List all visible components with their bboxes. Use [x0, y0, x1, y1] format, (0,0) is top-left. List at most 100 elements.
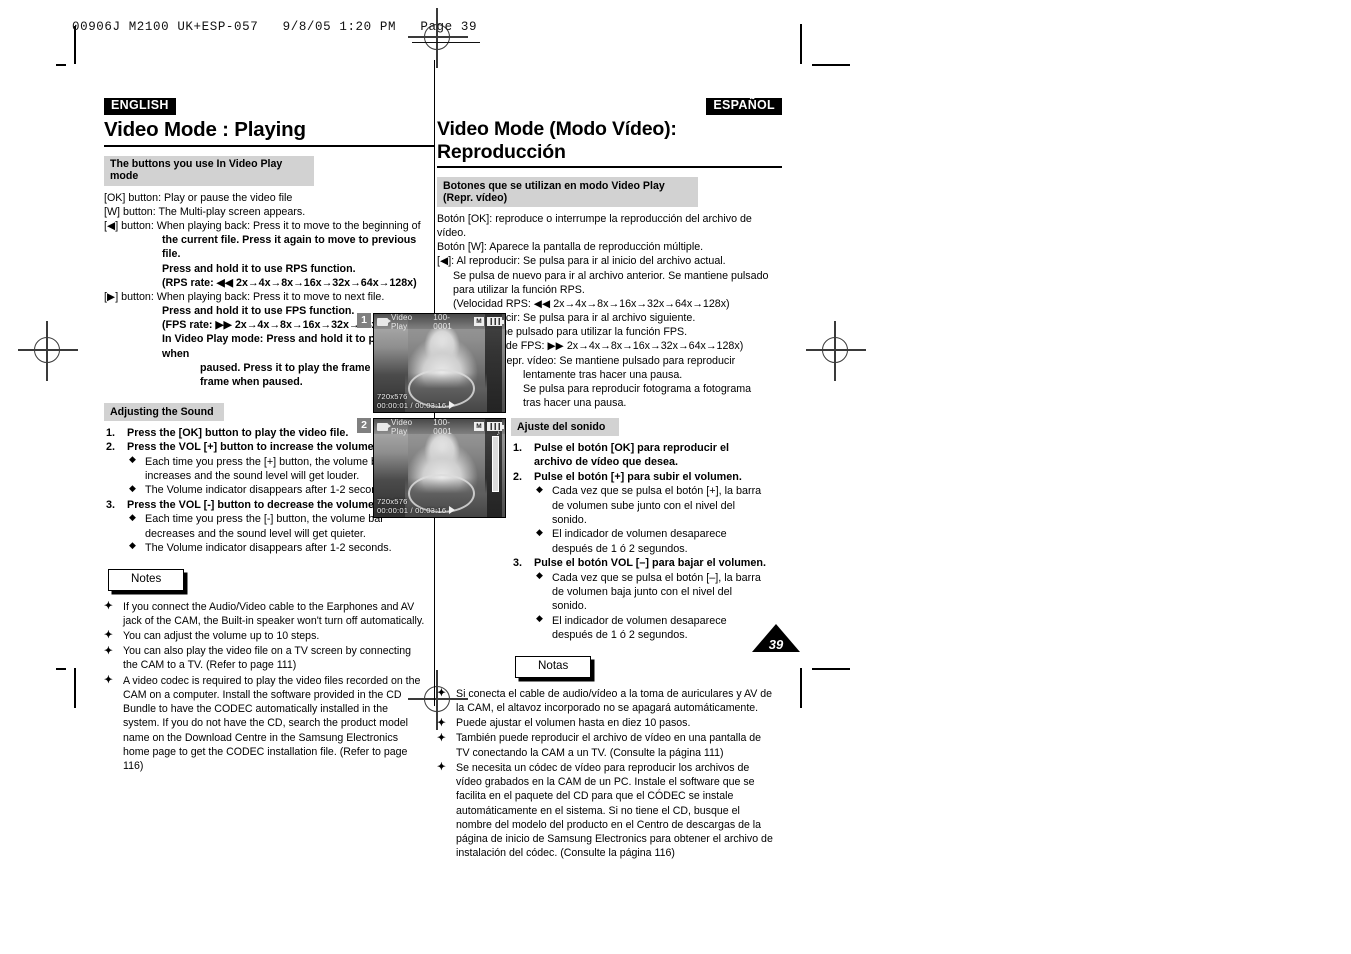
- step-text: Pulse el botón [OK] para reproducir el a…: [534, 442, 729, 469]
- sound-step: 3. Pulse el botón VOL [–] para bajar el v…: [511, 556, 766, 642]
- page-title-english: Video Mode : Playing: [104, 118, 306, 142]
- notes-box-english: Notes: [108, 569, 185, 591]
- step-sub-text: El indicador de volumen desaparece despu…: [552, 614, 727, 642]
- note-item: ✦ A video codec is required to play the v…: [104, 674, 426, 774]
- step-sub-item: ◆ El indicador de volumen desaparece desp…: [534, 613, 766, 643]
- osd-resolution-1: 720x576: [377, 391, 408, 401]
- cross-bullet-icon: ✦: [437, 687, 446, 700]
- section-header-buttons-english: The buttons you use In Video Play mode: [104, 155, 314, 186]
- registration-mark-right-middle: [806, 321, 866, 381]
- video-camera-icon: [377, 422, 391, 431]
- note-text: If you connect the Audio/Video cable to …: [123, 600, 425, 627]
- step-sub-text: Cada vez que se pulsa el botón [–], la b…: [552, 571, 761, 613]
- video-camera-icon: [377, 317, 391, 326]
- crop-mark-bottom-right-horizontal: [812, 668, 850, 670]
- note-text: You can adjust the volume up to 10 steps…: [123, 629, 320, 642]
- spanish-lang-row: ESPAÑOL: [437, 96, 782, 116]
- step-text: Press the [OK] button to play the video …: [127, 426, 349, 439]
- page-title-spanish: Video Mode (Modo Vídeo): Reproducción: [437, 118, 677, 163]
- button-description-line: [OK] button: Play or pause the video fil…: [104, 191, 293, 204]
- button-description-line: [W] button: The Multi-play screen appear…: [104, 205, 306, 218]
- note-text: También puede reproducir el archivo de v…: [456, 732, 762, 759]
- language-tag-english: ENGLISH: [104, 97, 176, 116]
- osd-info-block-1: 720x576 00:00:01 / 00:03:16: [377, 391, 456, 411]
- osd-timecode-2: 00:00:01 / 00:03:16: [377, 505, 447, 515]
- memory-card-icon: M: [474, 422, 484, 431]
- cross-bullet-icon: ✦: [104, 674, 113, 687]
- button-description-line: (RPS rate: ◀◀ 2x→4x→8x→16x→32x→64x→128x): [162, 276, 417, 289]
- note-item: ✦ Puede ajustar el volumen hasta en diez …: [437, 716, 777, 730]
- step-text: Pulse el botón [+] para subir el volumen…: [534, 470, 742, 483]
- step-sub-text: Each time you press the [-] button, the …: [145, 513, 384, 540]
- note-text: You can also play the video file on a TV…: [123, 645, 411, 672]
- button-description-line: Press and hold it to use RPS function.: [162, 262, 356, 275]
- section-header-sound-spanish: Ajuste del sonido: [511, 418, 619, 437]
- button-description-line: [▶] button: When playing back: Press it …: [104, 290, 385, 303]
- registration-mark-left-middle: [18, 321, 78, 381]
- step-number: 3.: [513, 557, 523, 570]
- battery-icon: [487, 317, 504, 326]
- osd-timecode-row-1: 00:00:01 / 00:03:16: [377, 401, 456, 410]
- camera-screen-figure-2: Video Play 100-0001 M ♪ 720x576 00:00:01…: [373, 418, 506, 518]
- notes-box-spanish: Notas: [515, 656, 592, 678]
- step-number: 2.: [106, 441, 116, 454]
- osd-status-bar-1: Video Play 100-0001 M: [374, 313, 505, 331]
- sound-step: 2. Pulse el botón [+] para subir el volum…: [511, 470, 766, 556]
- button-description-line: Botón [W]: Aparece la pantalla de reprod…: [437, 241, 704, 254]
- button-description-line: (Velocidad RPS: ◀◀ 2x→4x→8x→16x→32x→64x→…: [453, 297, 730, 310]
- play-icon-2: [449, 506, 456, 515]
- english-lang-row: ENGLISH: [104, 96, 434, 116]
- button-description-line: Se pulsa de nuevo para ir al archivo ant…: [453, 269, 769, 282]
- note-item: ✦ Se necesita un códec de vídeo para repr…: [437, 761, 777, 861]
- step-sub-list: ◆ Cada vez que se pulsa el botón [+], la …: [534, 484, 766, 556]
- step-sub-text: The Volume indicator disappears after 1-…: [145, 541, 392, 554]
- adjusting-sound-block-spanish: Ajuste del sonido 1. Pulse el botón [OK] …: [511, 418, 782, 642]
- crop-mark-top-right-horizontal: [812, 64, 850, 66]
- diamond-bullet-icon: ◆: [129, 511, 136, 522]
- button-description-line: Botón [OK]: reproduce o interrumpe la re…: [437, 212, 755, 240]
- notes-label-english: Notes: [131, 572, 162, 586]
- notes-list-spanish: ✦ Si conecta el cable de audio/vídeo a la…: [437, 687, 777, 861]
- step-sub-item: ◆ Cada vez que se pulsa el botón [+], la …: [534, 484, 766, 527]
- crop-mark-bottom-right-vertical: [800, 668, 802, 708]
- section-header-sound-english: Adjusting the Sound: [104, 403, 224, 421]
- slug-underline-right: [452, 42, 480, 43]
- crop-mark-top-right-vertical: [800, 24, 802, 64]
- button-description-line: the current file. Press it again to move…: [162, 234, 420, 261]
- button-description-line: [◀] button: When playing back: Press it …: [104, 220, 421, 232]
- title-rule-english: [104, 144, 434, 147]
- note-text: Se necesita un códec de vídeo para repro…: [456, 761, 773, 860]
- note-item: ✦ Si conecta el cable de audio/vídeo a la…: [437, 687, 777, 715]
- memory-card-icon: M: [474, 317, 484, 326]
- section-header-buttons-spanish: Botones que se utilizan en modo Video Pl…: [437, 177, 698, 207]
- osd-counter-1: 100-0001: [433, 313, 452, 331]
- step-text: Press the VOL [+] button to increase the…: [127, 441, 377, 454]
- step-sub-text: The Volume indicator disappears after 1-…: [145, 484, 392, 497]
- note-text: Puede ajustar el volumen hasta en diez 1…: [456, 717, 691, 730]
- note-item: ✦ You can also play the video file on a T…: [104, 644, 426, 672]
- step-sub-text: Cada vez que se pulsa el botón [+], la b…: [552, 485, 762, 527]
- volume-level-bar: [492, 436, 499, 492]
- osd-counter-2: 100-0001: [433, 418, 452, 436]
- figure-number-1: 1: [357, 313, 371, 328]
- crop-mark-top-left-horizontal: [56, 64, 66, 66]
- step-sub-list: ◆ Each time you press the [-] button, the…: [127, 512, 434, 555]
- step-sub-item: ◆ Cada vez que se pulsa el botón [–], la …: [534, 570, 766, 614]
- crop-mark-bottom-left-vertical: [74, 668, 76, 708]
- step-sub-text: Each time you press the [+] button, the …: [145, 455, 387, 482]
- diamond-bullet-icon: ◆: [129, 540, 136, 551]
- page-number-text: 39: [768, 637, 784, 652]
- osd-mode-label-1: Video Play: [391, 313, 413, 331]
- note-text: Si conecta el cable de audio/vídeo a la …: [456, 687, 773, 714]
- step-text: Pulse el botón VOL [–] para bajar el vol…: [534, 557, 766, 570]
- diamond-bullet-icon: ◆: [536, 613, 543, 624]
- sound-step: 1. Pulse el botón [OK] para reproducir el…: [511, 441, 766, 470]
- print-slug-line: 00906J M2100 UK+ESP-057 9/8/05 1:20 PM P…: [72, 20, 478, 34]
- note-item: ✦ If you connect the Audio/Video cable to…: [104, 600, 426, 628]
- step-number: 1.: [106, 426, 116, 439]
- cross-bullet-icon: ✦: [104, 600, 113, 612]
- osd-status-bar-2: Video Play 100-0001 M: [374, 418, 505, 436]
- step-sub-text: El indicador de volumen desaparece despu…: [552, 528, 727, 555]
- sound-steps-spanish: 1. Pulse el botón [OK] para reproducir el…: [511, 441, 766, 642]
- diamond-bullet-icon: ◆: [536, 526, 543, 537]
